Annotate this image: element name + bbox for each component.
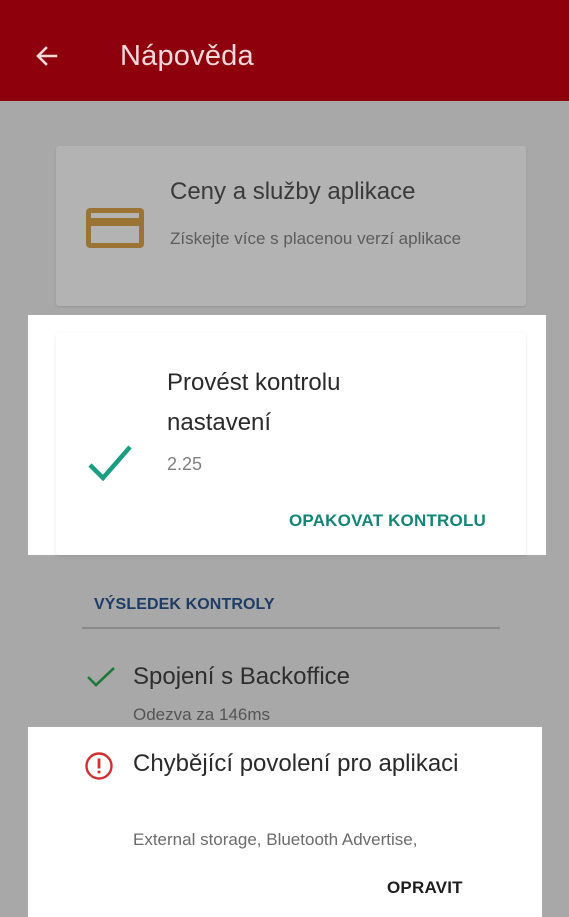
content-area: Ceny a služby aplikace Získejte více s p… — [0, 101, 569, 917]
check-icon — [86, 441, 134, 485]
settings-check-title: Provést kontrolu nastavení — [167, 369, 341, 436]
fix-button[interactable]: OPRAVIT — [387, 878, 463, 898]
back-arrow-icon[interactable] — [28, 36, 68, 76]
credit-card-icon — [86, 208, 144, 248]
check-icon — [86, 667, 116, 687]
scrim-edge — [542, 727, 569, 917]
results-heading: VÝSLEDEK KONTROLY — [94, 596, 275, 613]
alert-circle-icon — [84, 751, 114, 781]
result-item-detail: Odezva za 146ms — [133, 705, 271, 724]
result-item-detail: External storage, Bluetooth Advertise, — [133, 830, 418, 849]
page-title: Nápověda — [120, 40, 254, 72]
app-bar: Nápověda — [0, 0, 569, 101]
result-item-title: Chybějící povolení pro aplikaci — [133, 750, 459, 777]
repeat-check-button[interactable]: OPAKOVAT KONTROLU — [289, 511, 486, 531]
pricing-card-title: Ceny a služby aplikace — [170, 178, 416, 205]
pricing-card-subtitle: Získejte více s placenou verzí aplikace — [170, 229, 462, 248]
results-divider — [82, 627, 500, 629]
app-version: 2.25 — [167, 454, 203, 474]
pricing-card[interactable]: Ceny a služby aplikace Získejte více s p… — [56, 146, 526, 306]
settings-check-card: Provést kontrolu nastavení 2.25 OPAKOVAT… — [56, 333, 526, 555]
result-item-title: Spojení s Backoffice — [133, 663, 351, 690]
